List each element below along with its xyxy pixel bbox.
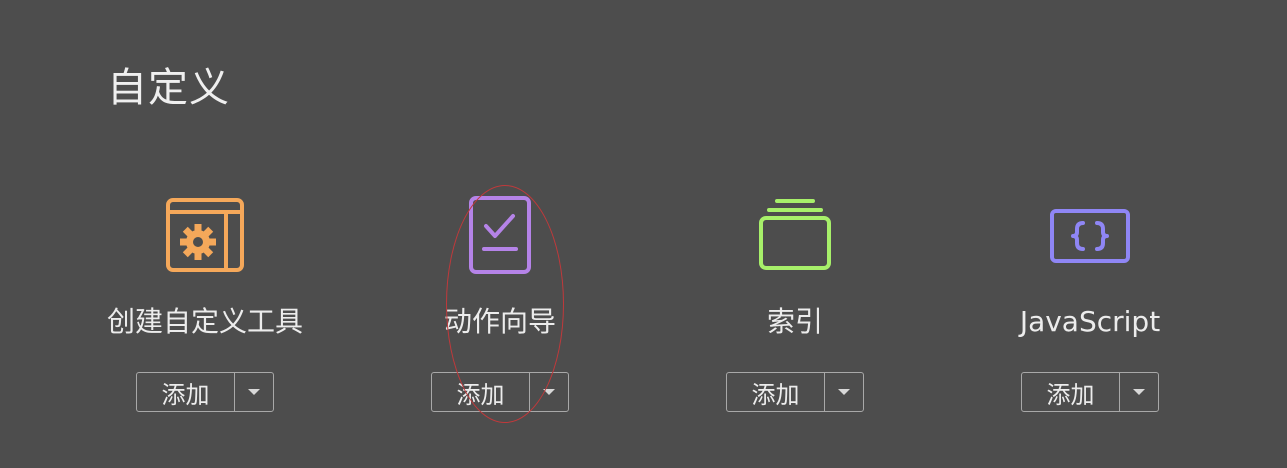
- add-split-button: 添加: [136, 372, 274, 412]
- add-dropdown-button[interactable]: [235, 373, 273, 411]
- add-button[interactable]: 添加: [1022, 373, 1120, 411]
- chevron-down-icon: [543, 389, 555, 395]
- tool-card-index: 索引 添加: [650, 190, 940, 430]
- add-dropdown-button[interactable]: [530, 373, 568, 411]
- chevron-down-icon: [838, 389, 850, 395]
- add-dropdown-button[interactable]: [825, 373, 863, 411]
- customize-page: 自定义 创建自定义工具 添加 动作向导 添加 索引 添加 JavaScript …: [0, 0, 1287, 468]
- chevron-down-icon: [1133, 389, 1145, 395]
- braces-code-icon[interactable]: [1045, 190, 1135, 280]
- add-split-button: 添加: [431, 372, 569, 412]
- add-dropdown-button[interactable]: [1120, 373, 1158, 411]
- tool-name: 索引: [766, 305, 823, 338]
- add-split-button: 添加: [1021, 372, 1159, 412]
- checklist-document-icon[interactable]: [455, 190, 545, 280]
- add-button[interactable]: 添加: [137, 373, 235, 411]
- stack-folder-icon[interactable]: [750, 190, 840, 280]
- tool-card-action-wizard: 动作向导 添加: [355, 190, 645, 430]
- tool-name: 创建自定义工具: [106, 305, 303, 338]
- add-split-button: 添加: [726, 372, 864, 412]
- gear-window-icon[interactable]: [160, 190, 250, 280]
- add-button[interactable]: 添加: [727, 373, 825, 411]
- add-button[interactable]: 添加: [432, 373, 530, 411]
- tool-card-create-custom-tool: 创建自定义工具 添加: [60, 190, 350, 430]
- tool-name: 动作向导: [443, 305, 556, 338]
- tool-card-javascript: JavaScript 添加: [945, 190, 1235, 430]
- section-title: 自定义: [107, 65, 230, 111]
- chevron-down-icon: [248, 389, 260, 395]
- tool-name: JavaScript: [1019, 305, 1161, 338]
